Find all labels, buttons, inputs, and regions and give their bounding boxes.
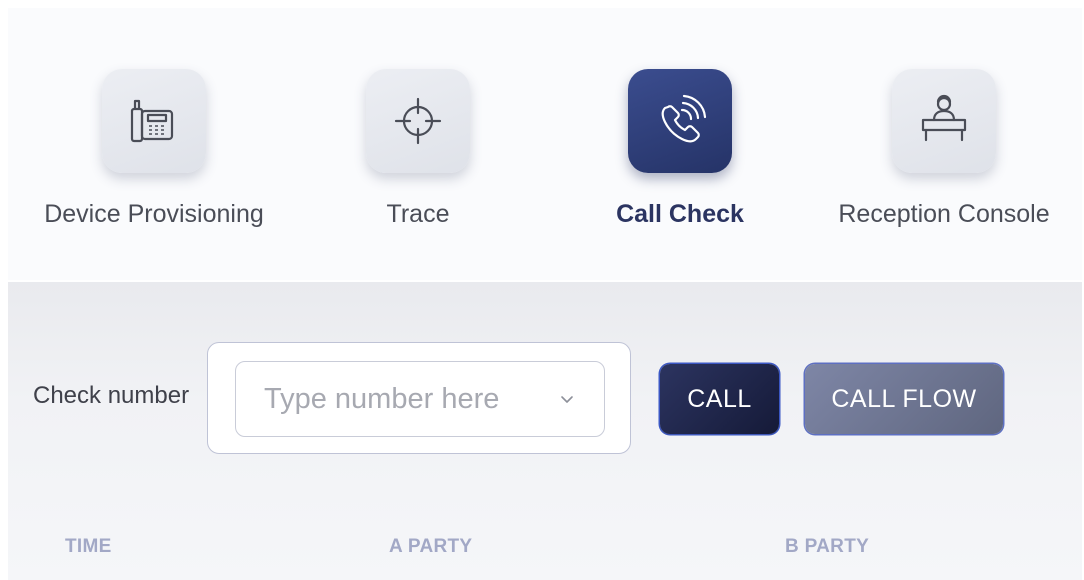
call-check-tile — [628, 69, 732, 173]
trace-tile — [366, 69, 470, 173]
reception-console-label: Reception Console — [838, 200, 1050, 228]
phone-call-icon — [661, 94, 707, 143]
device-provisioning-label: Device Provisioning — [44, 200, 264, 228]
call-button[interactable]: CALL — [660, 364, 779, 434]
reception-console-tile — [892, 69, 996, 173]
column-header-b-party[interactable]: B PARTY — [785, 536, 869, 558]
call-check-label: Call Check — [616, 200, 744, 228]
check-number-container: Type number here — [207, 342, 631, 454]
tool-trace[interactable]: Trace — [288, 8, 548, 280]
number-input[interactable]: Type number here — [235, 361, 605, 437]
tool-navigation: Device Provisioning Trace Call Check Rec… — [8, 8, 1082, 280]
trace-label: Trace — [386, 200, 450, 228]
check-number-label: Check number — [33, 382, 190, 409]
tool-reception-console[interactable]: Reception Console — [814, 8, 1074, 280]
crosshair-icon — [394, 97, 442, 145]
column-header-time[interactable]: TIME — [65, 536, 112, 558]
chevron-down-icon[interactable] — [560, 392, 574, 406]
tool-call-check[interactable]: Call Check — [550, 8, 810, 280]
tool-device-provisioning[interactable]: Device Provisioning — [24, 8, 284, 280]
desk-phone-icon — [130, 99, 174, 143]
call-flow-button[interactable]: CALL FLOW — [805, 364, 1003, 434]
app-frame: Device Provisioning Trace Call Check Rec… — [0, 0, 1084, 580]
device-provisioning-tile — [102, 69, 206, 173]
number-input-placeholder: Type number here — [264, 383, 500, 415]
receptionist-desk-icon — [921, 94, 967, 142]
column-header-a-party[interactable]: A PARTY — [389, 536, 472, 558]
call-check-panel: Check number Type number here CALL CALL … — [8, 282, 1082, 580]
